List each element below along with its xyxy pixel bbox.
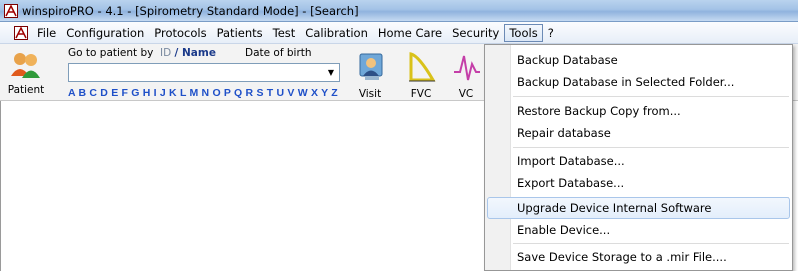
menu-item-repair-database[interactable]: Repair database (487, 122, 790, 144)
vc-label: VC (458, 88, 474, 100)
patients-icon (11, 53, 40, 78)
menu-tools[interactable]: Tools (504, 23, 543, 42)
vc-button[interactable]: VC (446, 48, 486, 100)
fvc-icon (409, 52, 436, 82)
menu-protocols[interactable]: Protocols (149, 24, 211, 42)
vc-icon (454, 55, 480, 81)
menu-item-backup-selected-folder[interactable]: Backup Database in Selected Folder... (487, 71, 790, 93)
menu-item-enable-device[interactable]: Enable Device... (487, 219, 790, 241)
menu-help[interactable]: ? (543, 24, 559, 42)
title-bar: winspiroPRO - 4.1 - [Spirometry Standard… (0, 0, 798, 22)
menu-item-import-database[interactable]: Import Database... (487, 150, 790, 172)
menu-test[interactable]: Test (268, 24, 301, 42)
system-menu-icon[interactable] (14, 25, 28, 40)
alphabet-index[interactable]: A B C D E F G H I J K L M N O P Q R S T … (68, 87, 338, 99)
menu-separator (513, 243, 789, 244)
menu-item-export-database[interactable]: Export Database... (487, 172, 790, 194)
search-by-name-option[interactable]: / Name (175, 47, 216, 59)
window-title: winspiroPRO - 4.1 - [Spirometry Standard… (22, 3, 359, 18)
fvc-label: FVC (410, 88, 432, 100)
menu-configuration[interactable]: Configuration (61, 24, 149, 42)
app-logo-icon (4, 3, 18, 18)
patient-label: Patient (7, 84, 45, 96)
chevron-down-icon[interactable]: ▼ (323, 64, 339, 81)
fvc-button[interactable]: FVC (401, 48, 441, 100)
menu-item-restore-backup[interactable]: Restore Backup Copy from... (487, 100, 790, 122)
patient-button[interactable]: Patient (4, 48, 48, 98)
menu-patients[interactable]: Patients (212, 24, 268, 42)
menu-item-backup-database[interactable]: Backup Database (487, 49, 790, 71)
menu-separator (513, 147, 789, 148)
menu-home-care[interactable]: Home Care (373, 24, 447, 42)
tools-menu-dropdown: Backup Database Backup Database in Selec… (484, 44, 793, 271)
menu-separator (513, 96, 789, 97)
search-by-dob-option[interactable]: Date of birth (245, 47, 312, 59)
visit-button[interactable]: Visit (350, 48, 390, 100)
search-by-id-option[interactable]: ID (160, 47, 171, 59)
goto-patient-label: Go to patient by (68, 47, 154, 59)
patient-search-input[interactable] (69, 64, 319, 81)
search-mode-selector[interactable]: ID / Name (160, 47, 216, 59)
menu-security[interactable]: Security (447, 24, 504, 42)
visit-label: Visit (358, 88, 382, 100)
menu-calibration[interactable]: Calibration (300, 24, 373, 42)
menu-item-upgrade-device-software[interactable]: Upgrade Device Internal Software (487, 197, 790, 219)
menu-file[interactable]: File (32, 24, 61, 42)
visit-icon (359, 53, 383, 80)
menu-item-save-device-storage[interactable]: Save Device Storage to a .mir File.... (487, 246, 790, 268)
patient-search-combo[interactable]: ▼ (68, 63, 340, 82)
menu-bar: File Configuration Protocols Patients Te… (0, 22, 798, 44)
